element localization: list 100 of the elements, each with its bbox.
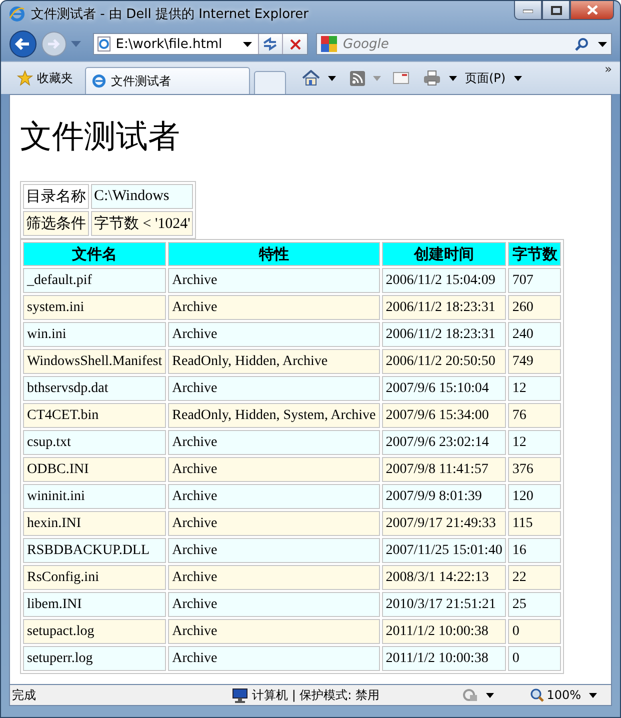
page-icon <box>96 36 112 52</box>
browser-logo-icon <box>9 6 25 22</box>
table-cell: 120 <box>508 484 562 509</box>
table-cell: 376 <box>508 457 562 482</box>
table-cell: system.ini <box>23 295 166 320</box>
zoom-button[interactable]: 100% <box>530 688 581 702</box>
maximize-icon <box>550 6 562 14</box>
table-cell: 707 <box>508 268 562 293</box>
feed-icon[interactable] <box>350 70 365 86</box>
table-cell: 22 <box>508 565 562 590</box>
table-cell: Archive <box>168 322 380 347</box>
table-cell: bthservsdp.dat <box>23 376 166 401</box>
table-cell: libem.INI <box>23 592 166 617</box>
table-cell: Archive <box>168 457 380 482</box>
table-cell: 2011/1/2 10:00:38 <box>382 619 506 644</box>
table-cell: Archive <box>168 268 380 293</box>
favorites-button[interactable]: 收藏夹 <box>9 65 81 91</box>
close-icon <box>290 38 301 50</box>
table-cell: 12 <box>508 430 562 455</box>
table-cell: ReadOnly, Hidden, Archive <box>168 349 380 374</box>
table-cell: 2007/9/6 15:34:00 <box>382 403 506 428</box>
table-cell: 2006/11/2 18:23:31 <box>382 295 506 320</box>
table-cell: Archive <box>168 592 380 617</box>
table-cell: 2008/3/1 14:22:13 <box>382 565 506 590</box>
window-title: 文件测试者 - 由 Dell 提供的 Internet Explorer <box>31 6 308 23</box>
table-cell: Archive <box>168 484 380 509</box>
table-cell: 2011/1/2 10:00:38 <box>382 646 506 671</box>
home-icon[interactable] <box>302 70 320 86</box>
table-cell: 115 <box>508 511 562 536</box>
security-zone-text: 计算机 | 保护模式: 禁用 <box>252 686 380 704</box>
table-cell: setupact.log <box>23 619 166 644</box>
table-cell: 2006/11/2 15:04:09 <box>382 268 506 293</box>
caret-icon[interactable] <box>589 692 597 698</box>
table-cell: Archive <box>168 295 380 320</box>
address-bar[interactable]: E:\work\file.html <box>93 33 308 55</box>
table-cell: win.ini <box>23 322 166 347</box>
table-cell: wininit.ini <box>23 484 166 509</box>
table-cell: Archive <box>168 619 380 644</box>
table-cell: hexin.INI <box>23 511 166 536</box>
table-cell: Archive <box>168 565 380 590</box>
table-cell: 2006/11/2 20:50:50 <box>382 349 506 374</box>
more-tools-button[interactable]: » <box>604 62 612 76</box>
close-button[interactable] <box>570 1 614 20</box>
column-header: 特性 <box>168 242 380 266</box>
table-cell: _default.pif <box>23 268 166 293</box>
caret-icon[interactable] <box>486 692 494 698</box>
table-cell: 16 <box>508 538 562 563</box>
search-icon[interactable] <box>575 38 588 50</box>
table-cell: 25 <box>508 592 562 617</box>
address-field[interactable]: E:\work\file.html <box>114 36 243 52</box>
zoom-icon <box>530 688 544 702</box>
browser-tab[interactable]: 文件测试者 <box>85 67 250 94</box>
table-cell: 2007/9/8 11:41:57 <box>382 457 506 482</box>
table-cell: 2006/11/2 18:23:31 <box>382 322 506 347</box>
page-menu-button[interactable]: 页面(P) <box>465 70 506 86</box>
table-cell: ReadOnly, Hidden, System, Archive <box>168 403 380 428</box>
table-cell: 0 <box>508 646 562 671</box>
caret-icon[interactable] <box>449 76 457 80</box>
search-bar[interactable]: Google <box>316 33 612 55</box>
refresh-icon <box>262 37 278 51</box>
stop-button[interactable] <box>282 34 307 54</box>
search-provider-icon <box>321 36 337 52</box>
caret-icon[interactable] <box>328 76 336 80</box>
printer-icon[interactable] <box>423 70 441 86</box>
table-cell: RsConfig.ini <box>23 565 166 590</box>
mail-icon[interactable] <box>393 72 409 84</box>
computer-icon <box>232 688 248 702</box>
caret-icon[interactable] <box>598 42 607 46</box>
caret-icon[interactable] <box>514 76 522 80</box>
table-cell: 240 <box>508 322 562 347</box>
status-text: 完成 <box>11 686 37 704</box>
back-button[interactable] <box>9 30 37 58</box>
table-cell: 2007/9/6 23:02:14 <box>382 430 506 455</box>
table-cell: Archive <box>168 376 380 401</box>
table-cell: Archive <box>168 538 380 563</box>
field-label: 目录名称 <box>23 184 89 209</box>
column-header: 创建时间 <box>382 242 506 266</box>
table-cell: Archive <box>168 646 380 671</box>
star-icon <box>17 70 33 86</box>
search-field[interactable]: Google <box>341 36 571 52</box>
field-label: 筛选条件 <box>23 211 89 236</box>
minimize-button[interactable] <box>514 1 542 20</box>
table-cell: 2007/9/17 21:49:33 <box>382 511 506 536</box>
page-heading: 文件测试者 <box>20 116 181 157</box>
table-cell: Archive <box>168 511 380 536</box>
table-cell: 749 <box>508 349 562 374</box>
refresh-button[interactable] <box>258 34 282 54</box>
table-cell: csup.txt <box>23 430 166 455</box>
field-value: 字节数 < '1024' <box>91 211 194 236</box>
table-cell: 2007/9/6 15:10:04 <box>382 376 506 401</box>
table-cell: Archive <box>168 430 380 455</box>
caret-icon[interactable] <box>242 42 252 46</box>
maximize-button[interactable] <box>542 1 570 20</box>
table-cell: 2007/9/9 8:01:39 <box>382 484 506 509</box>
table-cell: 12 <box>508 376 562 401</box>
table-cell: 2010/3/17 21:51:21 <box>382 592 506 617</box>
column-header: 文件名 <box>23 242 166 266</box>
table-cell: 0 <box>508 619 562 644</box>
column-header: 字节数 <box>508 242 562 266</box>
table-cell: setuperr.log <box>23 646 166 671</box>
